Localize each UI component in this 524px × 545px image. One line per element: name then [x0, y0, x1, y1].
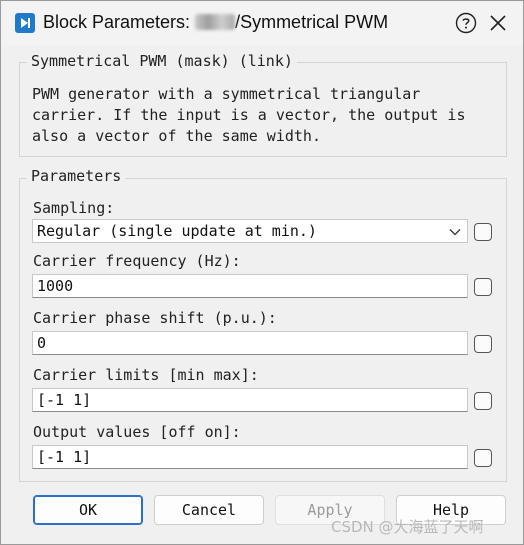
window-title: Block Parameters: /Symmetrical PWM: [43, 12, 388, 33]
sampling-checkbox[interactable]: [474, 223, 492, 241]
parameters-group-title: Parameters: [27, 167, 126, 185]
chevron-down-icon: [449, 229, 461, 236]
block-parameters-dialog: Block Parameters: /Symmetrical PWM Symme…: [0, 0, 524, 545]
carrier-limits-input[interactable]: [-1 1]: [32, 388, 468, 412]
window-title-suffix: /Symmetrical PWM: [235, 12, 389, 32]
csdn-watermark: CSDN @大海蓝了天啊: [331, 518, 484, 536]
carrier-limits-checkbox[interactable]: [474, 392, 492, 410]
carrier-phase-shift-label: Carrier phase shift (p.u.):: [33, 309, 277, 327]
carrier-frequency-checkbox[interactable]: [474, 278, 492, 296]
sampling-selected-value: Regular (single update at min.): [37, 222, 317, 240]
simulink-block-icon: [15, 13, 35, 33]
output-values-checkbox[interactable]: [474, 449, 492, 467]
carrier-phase-shift-input[interactable]: 0: [32, 331, 468, 355]
title-bar[interactable]: Block Parameters: /Symmetrical PWM: [1, 1, 523, 45]
output-values-label: Output values [off on]:: [33, 423, 241, 441]
carrier-phase-shift-checkbox[interactable]: [474, 335, 492, 353]
redacted-model-name: [195, 14, 236, 30]
carrier-frequency-label: Carrier frequency (Hz):: [33, 252, 241, 270]
help-circle-icon[interactable]: [455, 12, 477, 34]
carrier-frequency-input[interactable]: 1000: [32, 274, 468, 298]
sampling-dropdown[interactable]: Regular (single update at min.): [32, 219, 468, 243]
carrier-limits-label: Carrier limits [min max]:: [33, 366, 259, 384]
ok-button[interactable]: OK: [33, 495, 143, 525]
cancel-button[interactable]: Cancel: [154, 495, 264, 525]
description-group-title: Symmetrical PWM (mask) (link): [27, 52, 297, 70]
block-description: PWM generator with a symmetrical triangu…: [32, 85, 466, 145]
sampling-label: Sampling:: [33, 199, 115, 217]
output-values-input[interactable]: [-1 1]: [32, 445, 468, 469]
window-title-prefix: Block Parameters:: [43, 12, 196, 32]
close-icon[interactable]: [488, 13, 508, 33]
